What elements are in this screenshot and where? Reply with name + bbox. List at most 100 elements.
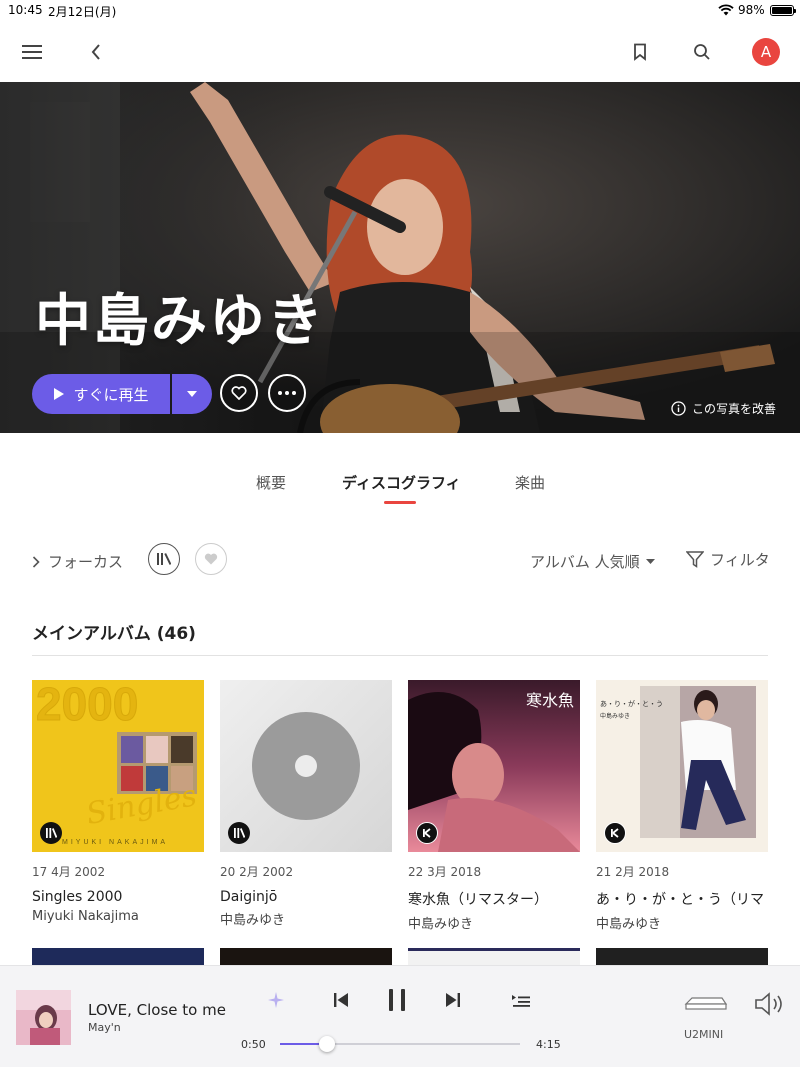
status-time: 10:45: [8, 3, 43, 17]
back-button[interactable]: [82, 38, 110, 66]
filter-label: フィルタ: [710, 551, 770, 569]
more-options-button[interactable]: [268, 374, 306, 412]
play-button-group: すぐに再生: [32, 374, 212, 414]
artist-tabs: 概要 ディスコグラフィ 楽曲: [0, 468, 800, 508]
section-title: メインアルバム (46): [32, 624, 196, 644]
battery-icon: [770, 5, 796, 16]
status-bar: 10:45 2月12日(月) 98%: [0, 0, 800, 22]
pause-icon: [389, 989, 405, 1011]
chevron-right-icon: [32, 555, 40, 568]
cover-text: 寒水魚: [526, 691, 574, 710]
kkbox-icon: [423, 828, 431, 838]
section-divider: [32, 655, 768, 656]
more-dots-icon: [278, 391, 296, 395]
bookmark-button[interactable]: [626, 38, 654, 66]
filter-row: フォーカス アルバム 人気順 フィルタ: [0, 540, 800, 580]
pause-button[interactable]: [386, 986, 408, 1014]
tab-discography[interactable]: ディスコグラフィ: [342, 472, 461, 493]
tab-tracks[interactable]: 楽曲: [515, 472, 545, 493]
improve-photo-link[interactable]: この写真を改善: [671, 400, 776, 417]
volume-icon[interactable]: [754, 991, 786, 1017]
top-nav: A: [0, 22, 800, 82]
album-cover[interactable]: [220, 680, 392, 852]
favorites-filter-button[interactable]: [195, 543, 227, 575]
play-now-label: すぐに再生: [73, 385, 149, 404]
album-card[interactable]: 寒水魚 22 3月 2018 寒水魚（リマスター） 中島みゆき: [408, 680, 580, 932]
improve-photo-label: この写真を改善: [691, 402, 776, 416]
album-card[interactable]: 20 2月 2002 Daiginjō 中島みゆき: [220, 680, 392, 928]
album-date: 17 4月 2002: [32, 865, 106, 879]
cover-text: 中島みゆき: [600, 712, 630, 720]
device-name[interactable]: U2MINI: [684, 1028, 723, 1041]
album-title[interactable]: あ・り・が・と・う（リマ: [596, 889, 800, 909]
kkbox-badge: [604, 822, 626, 844]
now-playing-artist[interactable]: May'n: [88, 1021, 121, 1034]
kkbox-icon: [611, 828, 619, 838]
sort-dropdown[interactable]: アルバム 人気順: [530, 551, 655, 572]
cover-text: あ・り・が・と・う: [600, 699, 663, 708]
album-artist[interactable]: 中島みゆき: [596, 913, 800, 932]
library-badge: [228, 822, 250, 844]
heart-icon: [204, 553, 218, 565]
battery-percent: 98%: [738, 3, 765, 17]
sparkle-icon[interactable]: [268, 992, 284, 1008]
tab-overview[interactable]: 概要: [256, 472, 286, 493]
play-options-button[interactable]: [172, 374, 212, 414]
library-icon: [157, 553, 171, 565]
album-title[interactable]: 寒水魚（リマスター）: [408, 889, 580, 909]
heart-icon: [231, 386, 247, 400]
album-card[interactable]: 2000 Singles MIYUKI NAKAJIMA 17 4月 2002 …: [32, 680, 204, 924]
album-artist[interactable]: Miyuki Nakajima: [32, 909, 204, 924]
album-title[interactable]: Daiginjō: [220, 889, 392, 905]
search-button[interactable]: [688, 38, 716, 66]
album-cover[interactable]: 2000 Singles MIYUKI NAKAJIMA: [32, 680, 204, 852]
library-badge: [40, 822, 62, 844]
caret-down-icon: [187, 391, 197, 397]
album-cover[interactable]: [32, 948, 204, 966]
progress-thumb[interactable]: [319, 1036, 336, 1052]
now-playing-title[interactable]: LOVE, Close to me: [88, 1001, 226, 1019]
total-time: 4:15: [536, 1038, 561, 1051]
album-artist[interactable]: 中島みゆき: [408, 913, 580, 932]
album-cover[interactable]: 寒水魚: [408, 680, 580, 852]
album-cover[interactable]: [408, 948, 580, 966]
artist-name: 中島みゆき: [35, 289, 325, 354]
album-artist[interactable]: 中島みゆき: [220, 909, 392, 928]
now-playing-bar: LOVE, Close to me May'n 0:50 4:15 U2MINI: [0, 965, 800, 1067]
library-filter-button[interactable]: [148, 543, 180, 575]
focus-toggle[interactable]: フォーカス: [32, 551, 123, 572]
previous-button[interactable]: [330, 988, 352, 1012]
filter-button[interactable]: フィルタ: [686, 549, 770, 570]
play-now-button[interactable]: すぐに再生: [32, 374, 170, 414]
cover-text: MIYUKI NAKAJIMA: [62, 839, 168, 846]
chevron-left-icon: [91, 44, 100, 60]
next-track-icon: [446, 993, 460, 1007]
play-icon: [54, 388, 65, 400]
focus-label: フォーカス: [48, 553, 124, 571]
next-button[interactable]: [442, 988, 464, 1012]
menu-button[interactable]: [18, 38, 46, 66]
filter-icon: [686, 551, 704, 568]
album-cover[interactable]: [596, 948, 768, 966]
library-icon: [45, 828, 57, 838]
caret-down-icon: [645, 559, 655, 564]
favorite-button[interactable]: [220, 374, 258, 412]
album-cover[interactable]: [220, 948, 392, 966]
previous-track-icon: [334, 993, 348, 1007]
album-date: 21 2月 2018: [596, 865, 670, 879]
album-title[interactable]: Singles 2000: [32, 889, 204, 905]
album-cover[interactable]: あ・り・が・と・う 中島みゆき: [596, 680, 768, 852]
now-playing-artwork[interactable]: [16, 990, 71, 1045]
artist-hero: 中島みゆき すぐに再生 この写真を改善: [0, 82, 800, 433]
queue-button[interactable]: [510, 988, 532, 1012]
status-date: 2月12日(月): [48, 5, 117, 19]
device-icon[interactable]: [684, 994, 728, 1014]
wifi-icon: [718, 4, 734, 16]
album-date: 22 3月 2018: [408, 865, 482, 879]
queue-icon: [512, 995, 530, 1007]
library-icon: [233, 828, 245, 838]
sort-label: アルバム 人気順: [530, 553, 640, 571]
avatar[interactable]: A: [752, 38, 780, 66]
hamburger-icon: [22, 45, 42, 59]
album-card[interactable]: あ・り・が・と・う 中島みゆき 21 2月 2018 あ・り・が・と・う（リマ …: [596, 680, 800, 932]
